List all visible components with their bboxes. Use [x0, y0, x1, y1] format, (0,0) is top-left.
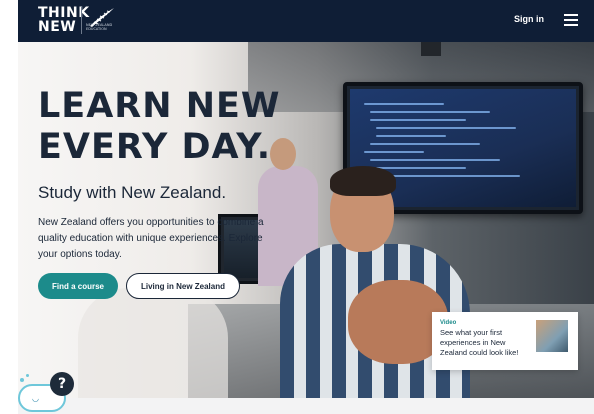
hero-photo-person-main-hair: [330, 166, 396, 196]
hero-section: LEARN NEW EVERY DAY. Study with New Zeal…: [18, 42, 594, 398]
find-a-course-button[interactable]: Find a course: [38, 273, 118, 299]
nz-education-text: NEW ZEALAND EDUCATION: [86, 23, 113, 31]
hero-title: LEARN NEW EVERY DAY.: [38, 86, 298, 168]
smiley-face-icon: ◡: [32, 394, 39, 403]
sign-in-link[interactable]: Sign in: [514, 14, 544, 24]
video-label: Video: [440, 320, 457, 326]
top-navigation-bar: THINK NEW NEW ZEALAND EDUCATION Sign in: [18, 0, 594, 42]
help-chat-icon[interactable]: ?: [50, 372, 74, 396]
logo-divider: [81, 6, 82, 34]
video-description: See what your first experiences in New Z…: [440, 328, 519, 357]
hero-subtitle: Study with New Zealand.: [38, 183, 227, 202]
video-card[interactable]: Video See what your first experiences in…: [432, 312, 578, 370]
hero-description: New Zealand offers you opportunities to …: [38, 217, 264, 260]
hero-photo-person-left: [78, 288, 228, 398]
page: THINK NEW NEW ZEALAND EDUCATION Sign in: [18, 0, 594, 414]
hero-title-line-1: LEARN NEW: [38, 86, 281, 126]
hero-photo-light: [421, 42, 441, 56]
hero-title-line-2: EVERY DAY.: [38, 127, 272, 167]
living-in-new-zealand-button[interactable]: Living in New Zealand: [126, 273, 240, 299]
help-chat-widget[interactable]: ◡ ?: [18, 370, 88, 414]
hamburger-menu-icon[interactable]: [564, 14, 578, 26]
video-thumbnail[interactable]: [536, 320, 568, 352]
